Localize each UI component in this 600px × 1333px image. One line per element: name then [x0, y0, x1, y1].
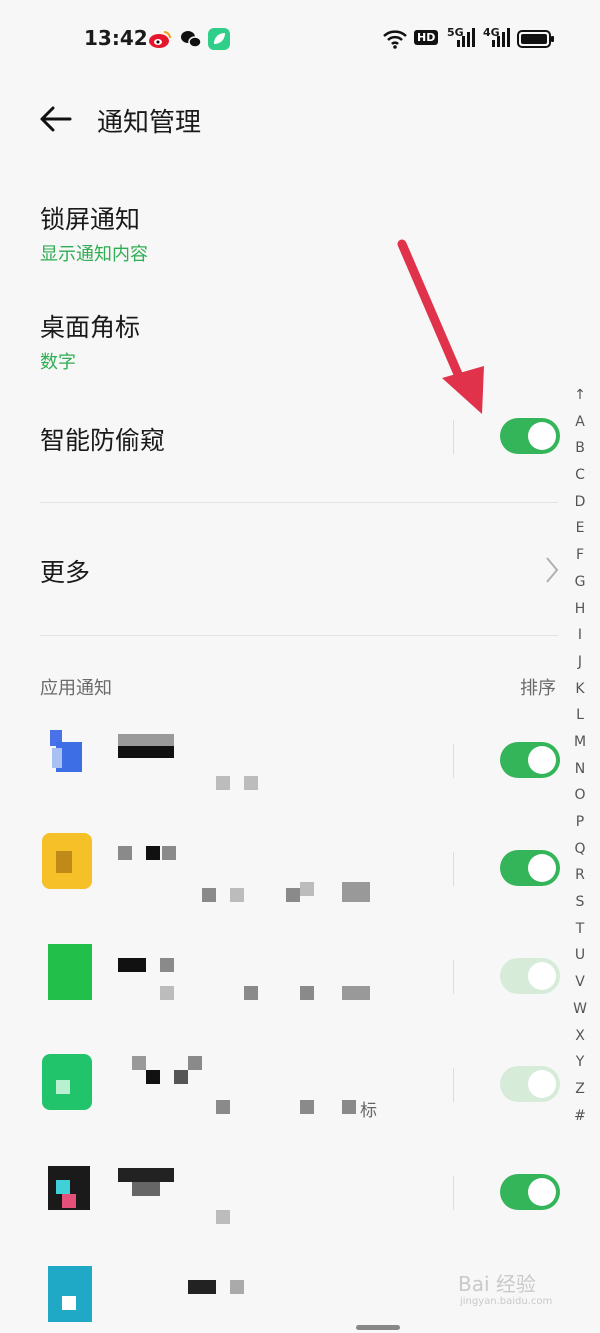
divider — [40, 635, 558, 636]
page-title: 通知管理 — [97, 108, 202, 138]
app-name — [118, 846, 178, 862]
app-row[interactable] — [0, 722, 565, 802]
app-toggle[interactable] — [500, 742, 560, 778]
badge-title: 桌面角标 — [40, 313, 141, 342]
index-letter[interactable]: O — [570, 782, 590, 809]
app-icon — [42, 944, 92, 1000]
index-letter[interactable]: I — [570, 622, 590, 649]
index-letter[interactable]: V — [570, 969, 590, 996]
index-letter[interactable]: F — [570, 542, 590, 569]
index-letter[interactable]: C — [570, 462, 590, 489]
anti-peek-toggle[interactable] — [500, 418, 560, 454]
anti-peek-title: 智能防偷窥 — [40, 426, 166, 455]
app-row[interactable]: 标 — [0, 1046, 565, 1126]
app-notifications-label: 应用通知 — [40, 678, 112, 699]
badge-value: 数字 — [40, 352, 76, 373]
annotation-arrow — [397, 239, 484, 414]
index-letter[interactable]: X — [570, 1023, 590, 1050]
app-name — [118, 1168, 178, 1196]
index-letter[interactable]: S — [570, 889, 590, 916]
index-letter[interactable]: Q — [570, 836, 590, 863]
index-letter[interactable]: H — [570, 596, 590, 623]
row-separator — [453, 744, 454, 778]
app-icon — [42, 1266, 92, 1322]
index-letter[interactable]: E — [570, 515, 590, 542]
app-toggle[interactable] — [500, 1174, 560, 1210]
index-letter[interactable]: L — [570, 702, 590, 729]
index-letter[interactable]: # — [570, 1103, 590, 1130]
row-separator — [453, 960, 454, 994]
index-letter[interactable]: P — [570, 809, 590, 836]
wifi-icon — [383, 30, 407, 49]
signal-icon-2 — [492, 28, 510, 47]
app-name — [118, 1280, 268, 1296]
signal-icon — [457, 28, 475, 47]
app-toggle[interactable] — [500, 958, 560, 994]
index-letter[interactable]: Z — [570, 1076, 590, 1103]
status-time: 13:42 — [84, 26, 148, 50]
row-separator — [453, 420, 454, 454]
row-separator — [453, 1176, 454, 1210]
app-status — [118, 986, 388, 1002]
watermark: Bai 经验 — [458, 1272, 536, 1296]
app-toggle[interactable] — [500, 850, 560, 886]
battery-icon — [517, 30, 554, 48]
index-letter[interactable]: A — [570, 409, 590, 436]
index-letter[interactable]: W — [570, 996, 590, 1023]
watermark-url: jingyan.baidu.com — [460, 1296, 553, 1307]
app-status: 标 — [118, 1098, 388, 1121]
sort-button[interactable]: 排序 — [520, 674, 556, 700]
index-letter[interactable]: B — [570, 435, 590, 462]
wechat-icon — [181, 31, 202, 48]
divider — [40, 502, 558, 503]
index-letter[interactable]: R — [570, 862, 590, 889]
app-row[interactable] — [0, 830, 565, 910]
chevron-right-icon — [546, 557, 559, 583]
index-letter[interactable]: M — [570, 729, 590, 756]
app-status-char: 标 — [360, 1101, 377, 1121]
more-title: 更多 — [40, 558, 91, 587]
index-letter[interactable]: N — [570, 756, 590, 783]
alphabet-index[interactable]: ↑ A B C D E F G H I J K L M N O P Q R S T U V W X Y Z # — [570, 382, 590, 1129]
index-letter[interactable]: D — [570, 489, 590, 516]
row-separator — [453, 1068, 454, 1102]
app-status — [118, 1210, 318, 1224]
hd-badge: HD — [414, 30, 439, 45]
app-icon — [42, 730, 92, 786]
app-status — [118, 776, 260, 790]
lock-screen-value: 显示通知内容 — [40, 244, 148, 265]
app-row[interactable] — [0, 938, 565, 1018]
index-letter[interactable]: J — [570, 649, 590, 676]
app-name — [118, 734, 174, 762]
app-toggle[interactable] — [500, 1066, 560, 1102]
row-separator — [453, 852, 454, 886]
leaf-app-icon — [208, 28, 230, 50]
index-letter[interactable]: K — [570, 676, 590, 703]
app-name — [118, 1056, 208, 1084]
lock-screen-title: 锁屏通知 — [40, 205, 141, 234]
app-icon — [42, 1166, 92, 1222]
app-row[interactable] — [0, 1154, 565, 1234]
app-icon — [42, 833, 92, 889]
back-arrow-icon[interactable] — [38, 104, 72, 134]
weibo-icon — [149, 31, 171, 48]
app-name — [118, 958, 178, 974]
index-letter[interactable]: T — [570, 916, 590, 943]
index-letter[interactable]: U — [570, 942, 590, 969]
index-letter[interactable]: ↑ — [570, 382, 590, 409]
home-indicator[interactable] — [356, 1325, 400, 1330]
index-letter[interactable]: Y — [570, 1049, 590, 1076]
more-row[interactable]: 更多 — [0, 540, 565, 600]
index-letter[interactable]: G — [570, 569, 590, 596]
app-icon — [42, 1054, 92, 1110]
app-status — [118, 882, 388, 902]
